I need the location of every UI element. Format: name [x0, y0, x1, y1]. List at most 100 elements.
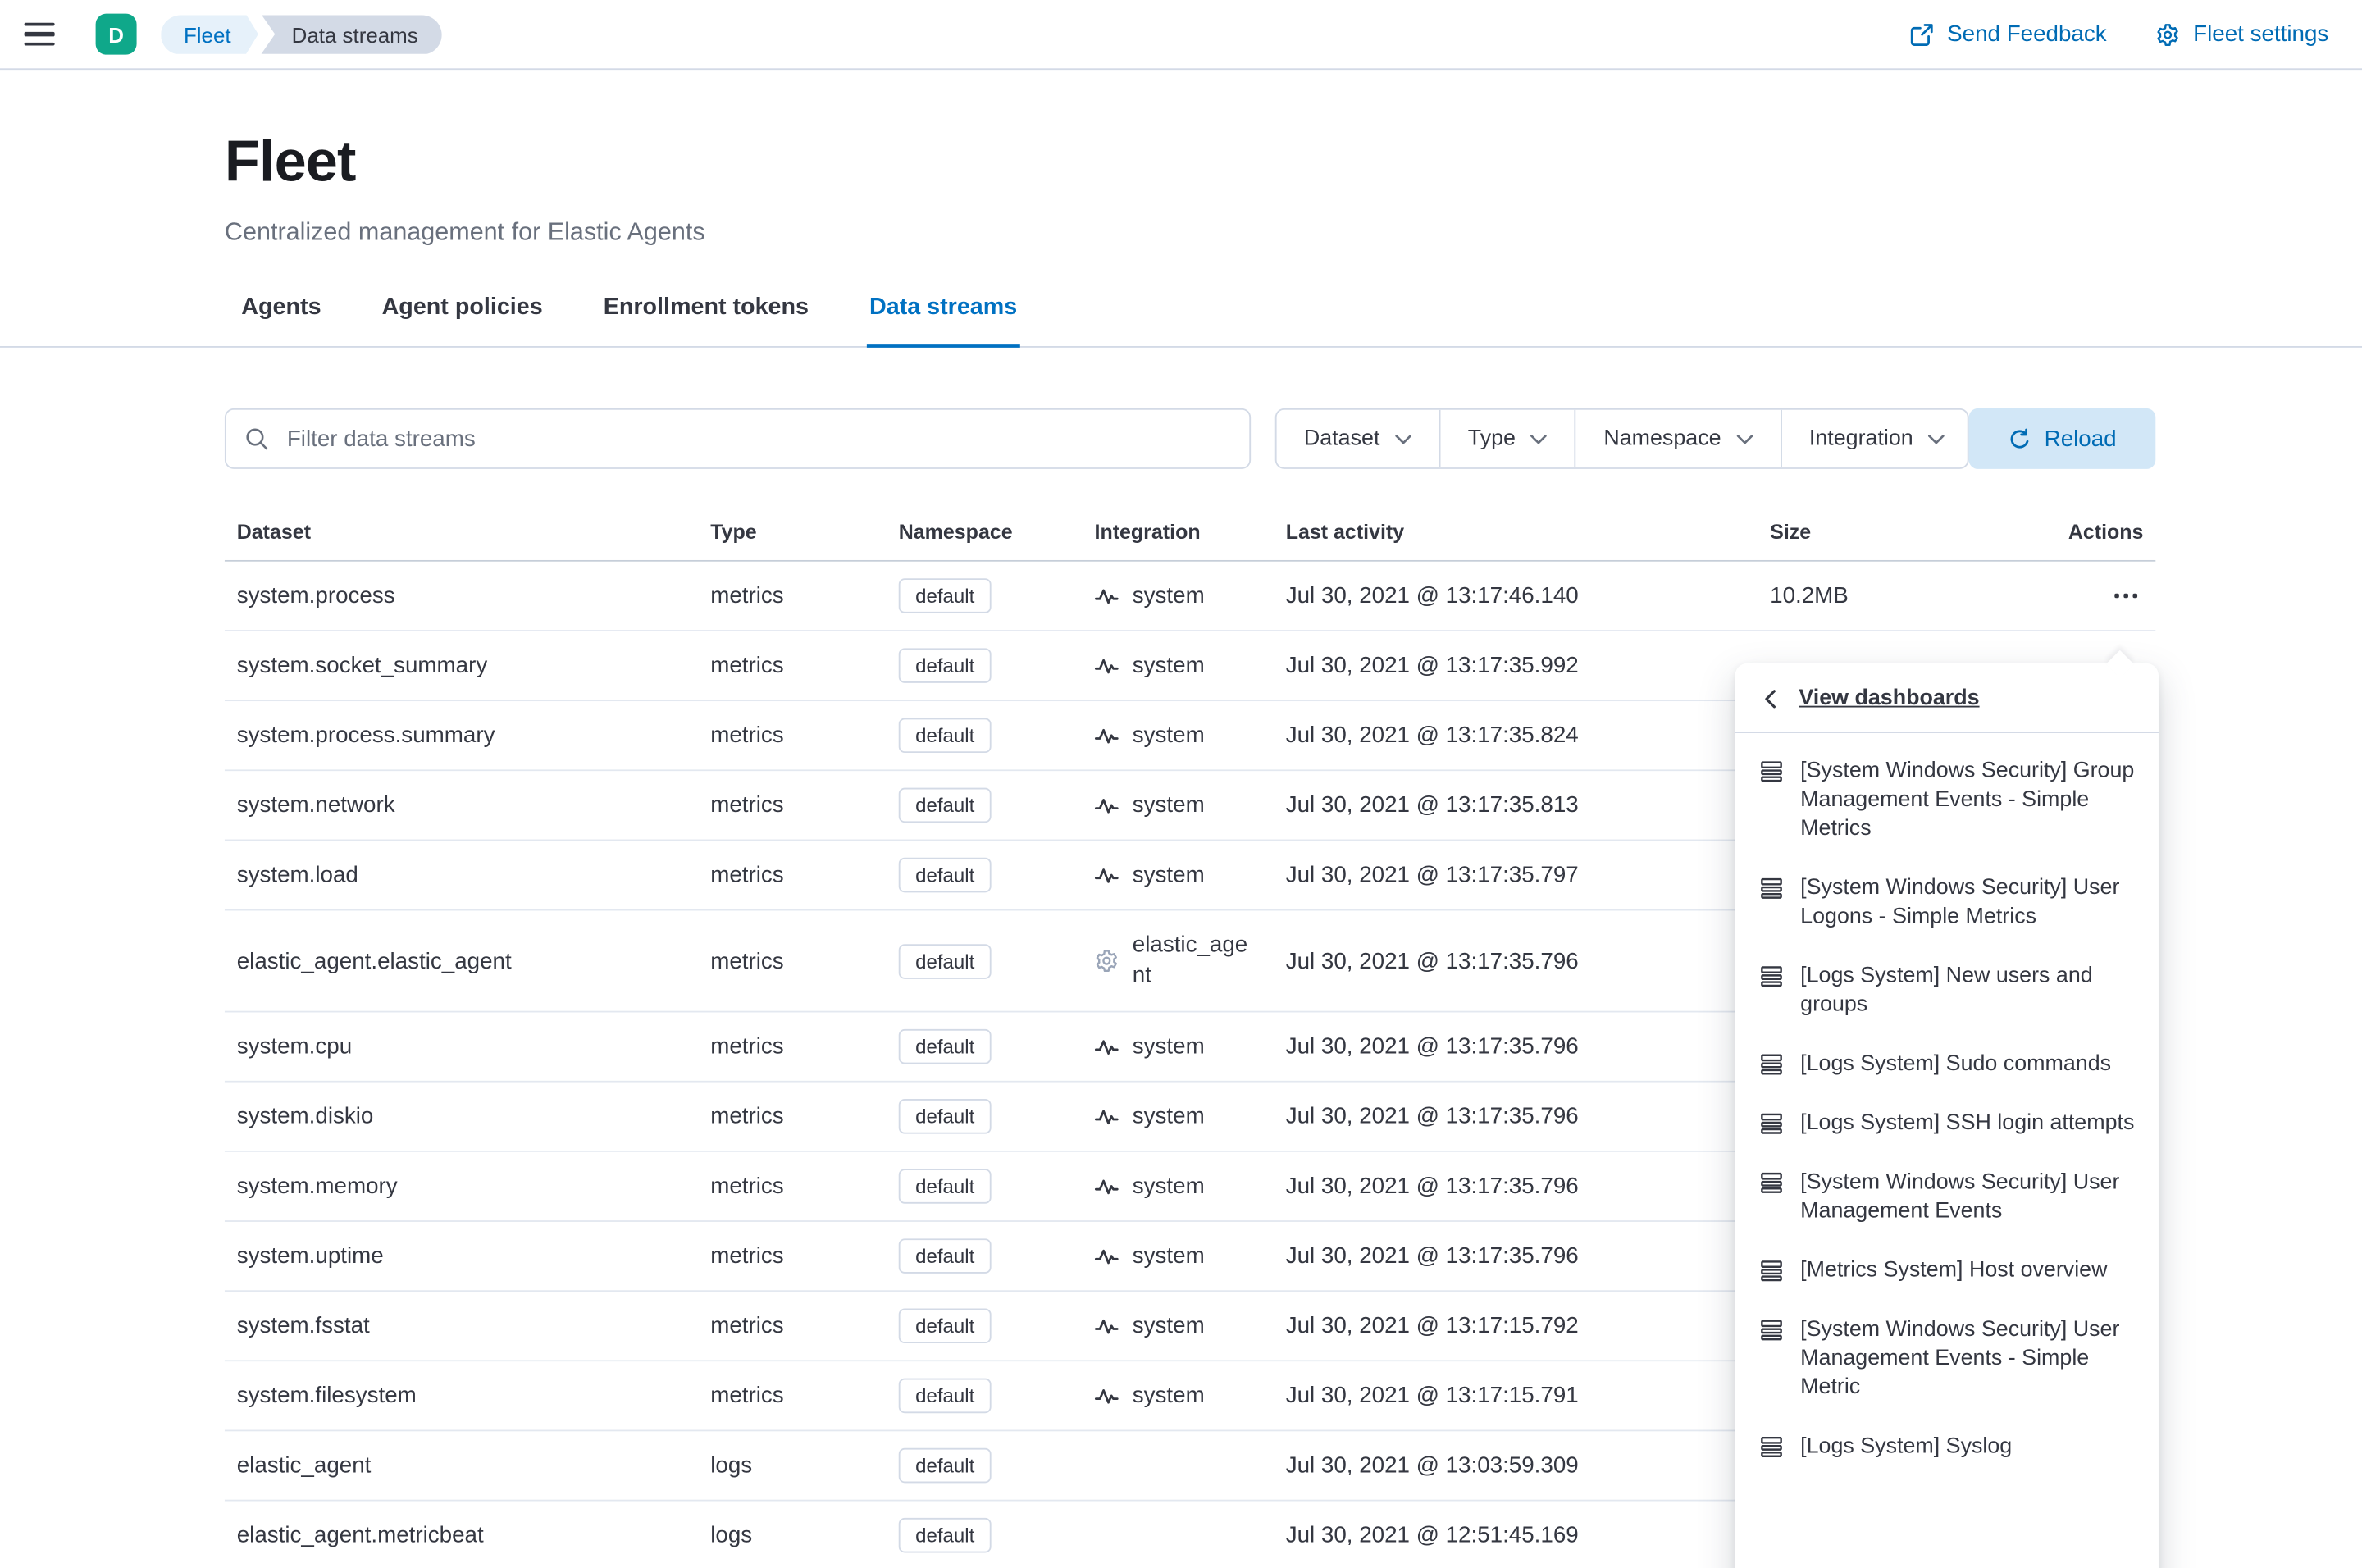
send-feedback-label: Send Feedback	[1947, 21, 2107, 48]
breadcrumb-data-streams: Data streams	[261, 14, 443, 54]
last-activity-cell: Jul 30, 2021 @ 13:03:59.309	[1285, 1452, 1579, 1479]
integration-label: system	[1132, 581, 1205, 609]
dataset-cell: system.load	[236, 862, 358, 888]
filter-namespace-button[interactable]: Namespace	[1575, 409, 1781, 468]
view-dashboards-back[interactable]: View dashboards	[1735, 663, 2159, 733]
namespace-badge: default	[898, 857, 992, 893]
menu-icon[interactable]	[24, 22, 55, 46]
dashboard-link[interactable]: [Logs System] New users and groups	[1735, 947, 2159, 1035]
column-header-integration: Integration	[1094, 520, 1201, 544]
tab-bar: Agents Agent policies Enrollment tokens …	[0, 294, 2362, 348]
namespace-badge: default	[898, 1238, 992, 1274]
type-cell: metrics	[710, 1103, 784, 1130]
system-integration-icon	[1094, 723, 1119, 748]
page-subtitle: Centralized management for Elastic Agent…	[224, 218, 705, 246]
dashboard-link[interactable]: [System Windows Security] User Managemen…	[1735, 1154, 2159, 1242]
chevron-left-icon	[1759, 687, 1782, 710]
integration-label: system	[1132, 722, 1205, 748]
type-cell: metrics	[710, 652, 784, 679]
last-activity-cell: Jul 30, 2021 @ 13:17:15.791	[1285, 1383, 1579, 1409]
dataset-cell: system.filesystem	[236, 1383, 417, 1409]
column-header-size: Size	[1770, 520, 1812, 544]
integration-label: system	[1132, 861, 1205, 887]
system-integration-icon	[1094, 1314, 1119, 1338]
dashboard-link-label: [Logs System] Sudo commands	[1800, 1051, 2112, 1077]
dashboard-icon	[1759, 876, 1784, 900]
breadcrumb-fleet[interactable]: Fleet	[161, 15, 258, 54]
dataset-cell: system.process.summary	[236, 722, 495, 749]
reload-label: Reload	[2044, 426, 2117, 452]
dashboard-link[interactable]: [System Windows Security] User Managemen…	[1735, 1301, 2159, 1418]
view-dashboards-popover: View dashboards [System Windows Security…	[1735, 663, 2159, 1568]
type-cell: metrics	[710, 792, 784, 818]
reload-button[interactable]: Reload	[1968, 408, 2156, 469]
filter-dataset-button[interactable]: Dataset	[1277, 410, 1439, 467]
namespace-badge: default	[898, 1517, 992, 1553]
dashboard-link[interactable]: [System Windows Security] Group Manageme…	[1735, 742, 2159, 859]
tab-enrollment-tokens[interactable]: Enrollment tokens	[600, 294, 812, 348]
dashboard-link-label: [Metrics System] Host overview	[1800, 1258, 2108, 1283]
namespace-badge: default	[898, 718, 992, 754]
dashboard-icon	[1759, 1258, 1784, 1283]
filter-namespace-label: Namespace	[1603, 426, 1721, 451]
last-activity-cell: Jul 30, 2021 @ 13:17:35.796	[1285, 1103, 1579, 1130]
dashboard-icon	[1759, 1111, 1784, 1136]
dashboard-icon	[1759, 1170, 1784, 1195]
integration-label: elastic_agent	[1132, 932, 1248, 988]
dashboard-icon	[1759, 759, 1784, 783]
dashboard-link[interactable]: [Logs System] Sudo commands	[1735, 1035, 2159, 1094]
dashboard-link[interactable]: [System Windows Security] User Logons - …	[1735, 859, 2159, 947]
last-activity-cell: Jul 30, 2021 @ 13:17:35.992	[1285, 652, 1579, 679]
type-cell: logs	[710, 1522, 753, 1548]
integration-label: system	[1132, 1172, 1205, 1199]
column-header-namespace: Namespace	[898, 520, 1013, 544]
send-feedback-link[interactable]: Send Feedback	[1909, 21, 2107, 47]
dashboard-link[interactable]: [Metrics System] Host overview	[1735, 1242, 2159, 1301]
last-activity-cell: Jul 30, 2021 @ 13:17:35.796	[1285, 1242, 1579, 1269]
fleet-settings-link[interactable]: Fleet settings	[2155, 21, 2328, 47]
chevron-down-icon	[1736, 433, 1753, 444]
dashboard-icon	[1759, 1318, 1784, 1342]
row-actions-button[interactable]	[2109, 584, 2144, 607]
dataset-cell: elastic_agent	[236, 1452, 372, 1479]
type-cell: metrics	[710, 1242, 784, 1269]
dashboard-link[interactable]: [Logs System] Syslog	[1735, 1418, 2159, 1477]
integration-label: system	[1132, 1032, 1205, 1060]
system-integration-icon	[1094, 1034, 1119, 1059]
namespace-badge: default	[898, 578, 992, 613]
filter-type-label: Type	[1467, 426, 1516, 451]
namespace-badge: default	[898, 1447, 992, 1484]
tab-agent-policies[interactable]: Agent policies	[379, 294, 545, 348]
dashboard-link-label: [System Windows Security] User Managemen…	[1800, 1170, 2120, 1224]
search-input[interactable]	[224, 408, 1252, 469]
filter-integration-button[interactable]: Integration	[1780, 409, 1969, 468]
last-activity-cell: Jul 30, 2021 @ 13:17:35.796	[1285, 1173, 1579, 1200]
integration-label: system	[1132, 1242, 1205, 1269]
chevron-down-icon	[1395, 433, 1411, 444]
system-integration-icon	[1094, 1174, 1119, 1199]
last-activity-cell: Jul 30, 2021 @ 13:17:35.796	[1285, 947, 1579, 974]
system-integration-icon	[1094, 584, 1119, 609]
filter-type-button[interactable]: Type	[1439, 409, 1575, 468]
namespace-badge: default	[898, 1028, 992, 1064]
filter-dataset-label: Dataset	[1303, 426, 1380, 451]
tab-data-streams[interactable]: Data streams	[866, 294, 1020, 348]
breadcrumb: Fleet Data streams	[161, 14, 443, 54]
deployment-avatar[interactable]: D	[95, 13, 137, 55]
dataset-cell: system.cpu	[236, 1033, 353, 1060]
type-cell: metrics	[710, 1033, 784, 1060]
type-cell: logs	[710, 1452, 753, 1479]
app-window: D Fleet Data streams Send Feedback Fleet…	[0, 0, 2362, 1568]
dataset-cell: system.uptime	[236, 1242, 384, 1269]
tab-agents[interactable]: Agents	[239, 294, 325, 348]
type-cell: metrics	[710, 1383, 784, 1409]
integration-label: system	[1132, 1382, 1205, 1408]
chevron-down-icon	[1530, 433, 1547, 444]
table-header-row: Dataset Type Namespace Integration Last …	[224, 520, 2156, 562]
dashboard-link-label: [System Windows Security] User Logons - …	[1800, 875, 2120, 929]
dashboard-link[interactable]: [Logs System] SSH login attempts	[1735, 1094, 2159, 1153]
system-integration-icon	[1094, 1383, 1119, 1408]
dashboard-list: [System Windows Security] Group Manageme…	[1735, 733, 2159, 1486]
dashboard-icon	[1759, 1434, 1784, 1459]
system-integration-icon	[1094, 793, 1119, 818]
